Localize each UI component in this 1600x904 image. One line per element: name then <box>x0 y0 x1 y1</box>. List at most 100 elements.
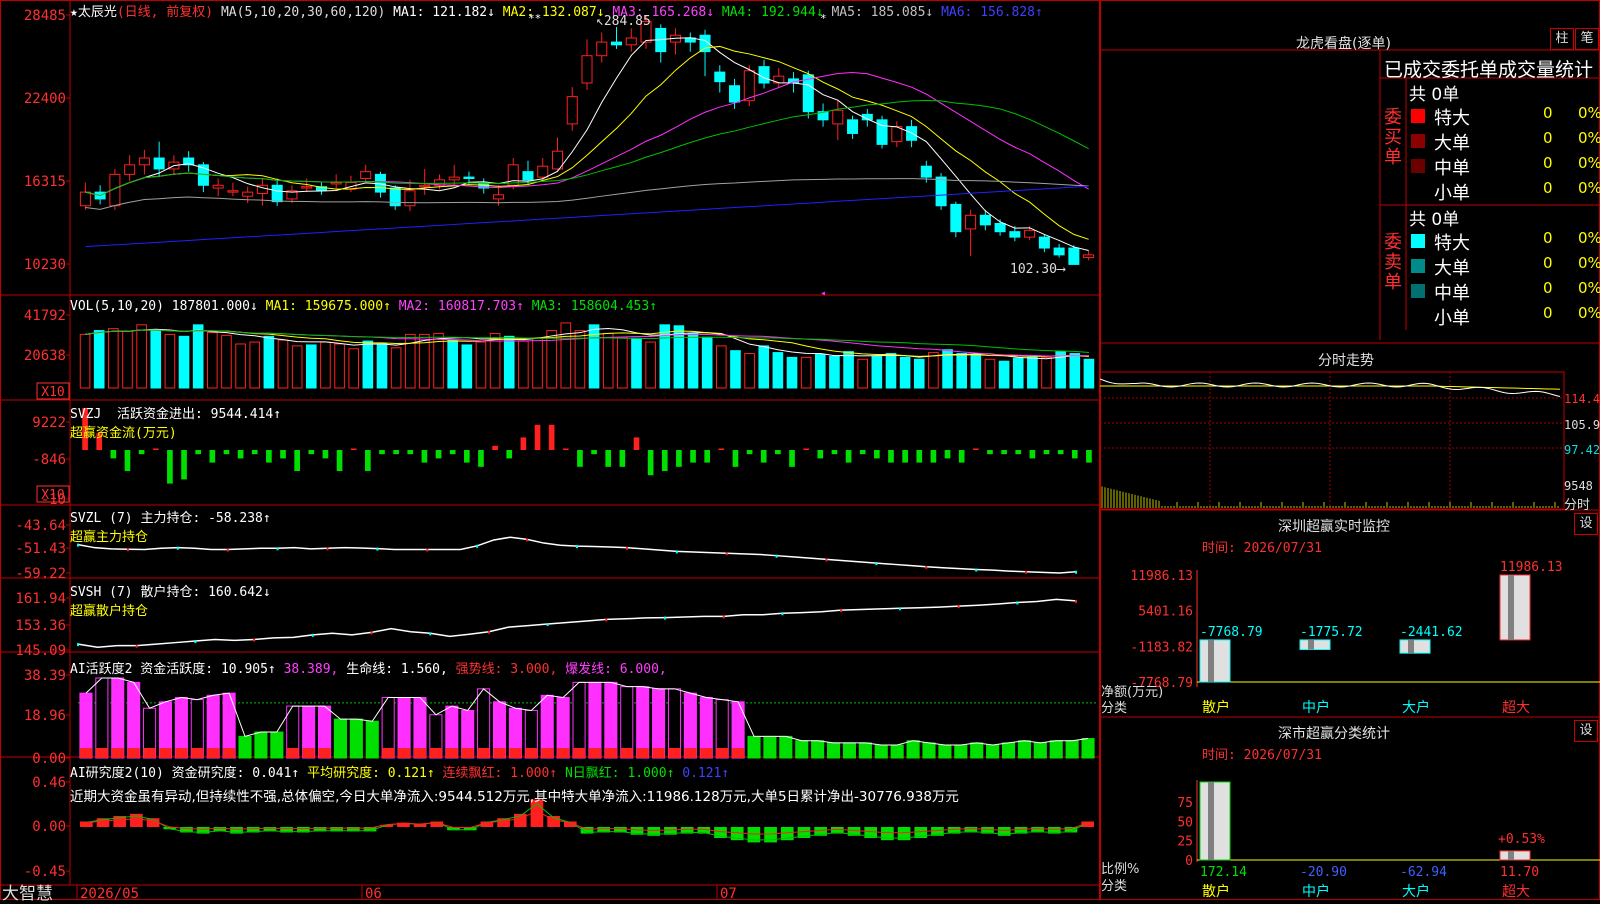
activity-bar <box>890 744 904 759</box>
volume-bar <box>814 354 826 389</box>
activity-base <box>636 748 649 758</box>
monitor-bar <box>1199 639 1231 683</box>
flow-bar <box>803 448 809 450</box>
monitor-bar <box>1299 639 1331 651</box>
candle-body <box>138 157 150 166</box>
ai2-avg: 平均研究度: 0.121↑ <box>307 766 435 781</box>
sell-row-name: 中单 <box>1434 283 1470 304</box>
buy-row-count: 0 <box>1543 129 1553 147</box>
y-axis-label: 20638 <box>24 348 66 364</box>
activity-bar <box>986 744 1000 759</box>
activity-base <box>525 748 538 758</box>
monitor-axis-label: 5401.16 <box>1138 605 1193 620</box>
volume-bar <box>461 344 473 389</box>
candle-body <box>1083 254 1095 259</box>
monitor-category: 大户 <box>1402 699 1430 716</box>
candle-body <box>581 55 593 84</box>
volume-bar <box>602 332 614 389</box>
column-view-button[interactable]: 柱 <box>1550 28 1574 50</box>
flow-bar <box>1043 450 1050 455</box>
flow-bar <box>760 450 767 463</box>
svzl-line-marker <box>526 538 529 542</box>
volume-bar <box>348 348 360 389</box>
ma6-value: MA6: 156.828↑ <box>941 5 1043 20</box>
sell-row-name: 小单 <box>1434 308 1470 329</box>
low-note: 102.30⟶ <box>1010 262 1065 277</box>
flow-bar <box>478 450 484 467</box>
flow-bar <box>775 450 781 455</box>
monitor-settings-button[interactable]: 设 <box>1574 513 1598 535</box>
intraday-axis-3: 97.42 <box>1564 443 1600 457</box>
activity-bar <box>1065 740 1079 759</box>
activity-base <box>700 748 713 758</box>
volume-bar <box>1083 358 1095 389</box>
stat-title: 深市超赢分类统计 <box>1278 726 1390 742</box>
volume-bar <box>928 352 939 389</box>
activity-bar <box>572 681 586 759</box>
flow-bar <box>944 450 951 459</box>
flow-bar <box>152 448 159 450</box>
volume-bar <box>93 330 105 389</box>
stat-category: 超大 <box>1502 884 1530 900</box>
ai2-red: 连续飘红: 1.000↑ <box>442 766 558 781</box>
svzj-title: SVZJ 活跃资金进出: 9544.414↑ <box>70 407 282 422</box>
stat-settings-button[interactable]: 设 <box>1574 720 1598 742</box>
flow-bar <box>746 450 753 455</box>
activity-base <box>79 748 92 758</box>
chart-mode: (日线, 前复权) <box>116 5 214 20</box>
flow-bar <box>407 450 414 455</box>
right-panel: 11986.135401.16-1183.82-7768.79-7768.79散… <box>1100 0 1600 900</box>
volume-bar <box>447 339 458 389</box>
activity-base <box>461 748 474 758</box>
activity-base <box>429 748 442 758</box>
volume-bar <box>772 352 784 389</box>
flow-bar <box>308 450 315 455</box>
candle-body <box>610 41 623 46</box>
activity-base <box>477 748 490 758</box>
svzl-line-marker <box>725 552 728 556</box>
candle-body <box>507 164 519 186</box>
stat-bar <box>1499 850 1531 861</box>
tick-view-button[interactable]: 笔 <box>1575 28 1599 50</box>
svzl-line-marker <box>226 548 229 552</box>
right-frame <box>1100 0 1600 900</box>
sell-row-color-swatch <box>1411 309 1425 323</box>
vol-ma1: MA1: 159675.000↑ <box>265 299 391 314</box>
activity-bar <box>111 677 125 759</box>
candle-body <box>463 176 475 179</box>
cursor-marker: ◂ <box>820 288 826 299</box>
flow-bar <box>449 450 456 455</box>
y-axis-label: 41792 <box>24 308 66 324</box>
candle-body <box>537 165 549 178</box>
candle-body <box>965 214 977 230</box>
stock-name[interactable]: ★太辰光 <box>70 5 117 20</box>
sell-row-color-swatch <box>1411 284 1425 298</box>
sell-row-count: 0 <box>1543 279 1553 297</box>
monitor-axis-label: 11986.13 <box>1130 569 1193 584</box>
volume-bar <box>390 347 402 389</box>
svzl-line-marker <box>775 554 778 558</box>
ma1-value: MA1: 121.182↓ <box>393 5 495 20</box>
y-axis-label: -43.64 <box>15 518 66 534</box>
volume-bar <box>320 341 331 389</box>
flow-bar <box>916 450 923 463</box>
flow-bar <box>167 450 173 484</box>
candle-body <box>492 194 504 200</box>
activity-bar <box>842 742 856 759</box>
flow-bar <box>294 450 300 471</box>
candle-body <box>389 187 401 207</box>
svzl-line-marker <box>326 547 329 551</box>
ai1-burst: 爆发线: 6.000, <box>565 662 667 677</box>
ai2-nred: N日飘红: 1.000↑ <box>564 766 675 781</box>
y-axis-label: -846 <box>32 452 66 468</box>
flow-bar <box>789 450 795 467</box>
svzl-header: SVZL (7) 主力持仓: -58.238↑ 超赢主力持仓 <box>70 507 271 545</box>
activity-base <box>684 748 697 758</box>
flow-bar <box>1001 450 1007 455</box>
y-axis-label: 145.09 <box>15 643 66 659</box>
activity-base <box>732 748 745 758</box>
svsh-line-marker <box>77 643 79 647</box>
flow-bar <box>577 450 583 467</box>
activity-line <box>85 677 1089 746</box>
volume-bar <box>263 335 275 389</box>
